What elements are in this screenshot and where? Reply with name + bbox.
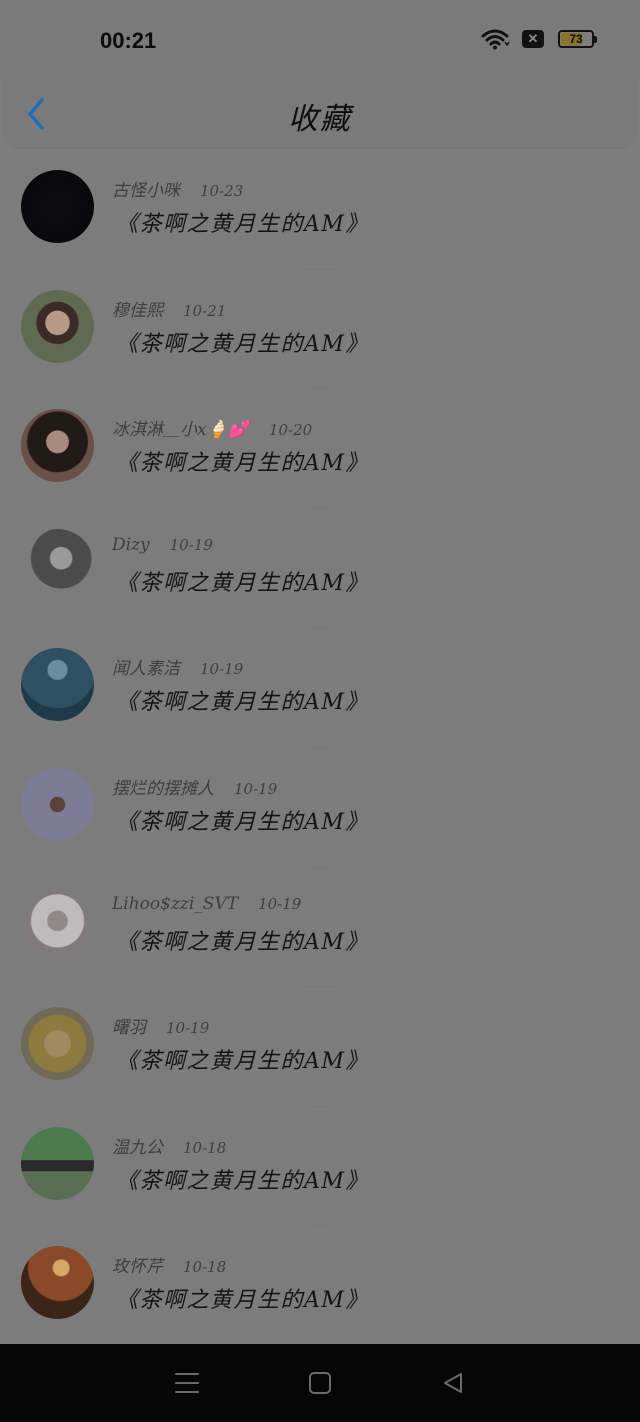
favorite-meta: 古怪小咪 10-23	[112, 176, 243, 201]
favorite-user-name: Lihoo$zzi_SVT	[112, 893, 239, 914]
favorite-meta: 冰淇淋＿小x🍦💕 10-20	[112, 415, 312, 440]
header: 收藏	[2, 80, 638, 148]
favorite-user-name: 穆佳熙	[112, 300, 163, 321]
favorite-item[interactable]: 曙羽 10-19 《茶啊之黄月生的AM》	[0, 987, 640, 1107]
favorite-item[interactable]: Dizy 10-19 《茶啊之黄月生的AM》	[0, 509, 640, 629]
menu-button[interactable]	[167, 1363, 207, 1403]
favorite-date: 10-19	[166, 1019, 210, 1038]
avatar[interactable]	[21, 1246, 94, 1320]
favorite-date: 10-19	[169, 535, 213, 554]
favorite-date: 10-18	[183, 1138, 227, 1157]
favorite-title[interactable]: 《茶啊之黄月生的AM》	[116, 684, 369, 716]
favorites-list: 古怪小咪 10-23 《茶啊之黄月生的AM》 穆佳熙 10-21 《茶啊之黄月生的AM》冰…	[0, 150, 640, 1346]
favorite-item[interactable]: 温九公 10-18 《茶啊之黄月生的AM》	[0, 1107, 640, 1227]
page-title: 收藏	[288, 102, 352, 137]
battery-tip	[594, 36, 597, 43]
avatar[interactable]	[21, 648, 94, 722]
avatar[interactable]	[21, 887, 94, 961]
favorite-meta: Dizy 10-19	[112, 535, 213, 555]
favorite-title[interactable]: 《茶啊之黄月生的AM》	[116, 1163, 369, 1195]
favorite-item[interactable]: Lihoo$zzi_SVT 10-19 《茶啊之黄月生的AM》	[0, 868, 640, 988]
favorite-title[interactable]: 《茶啊之黄月生的AM》	[116, 206, 369, 238]
back-nav-button[interactable]	[433, 1363, 473, 1403]
battery-text: 73	[569, 32, 583, 46]
favorite-meta: 曙羽 10-19	[112, 1013, 209, 1038]
close-badge-icon: ✕	[522, 30, 544, 48]
avatar[interactable]	[21, 409, 94, 483]
home-button[interactable]	[300, 1363, 340, 1403]
favorite-meta: 玫怀芹 10-18	[112, 1252, 226, 1277]
favorite-meta: 穆佳熙 10-21	[112, 296, 226, 321]
favorite-user-name: 温九公	[112, 1137, 163, 1158]
favorite-title[interactable]: 《茶啊之黄月生的AM》	[116, 1282, 369, 1314]
battery-icon: 73	[558, 30, 597, 48]
favorite-meta: Lihoo$zzi_SVT 10-19	[112, 894, 301, 914]
favorite-item[interactable]: 闻人素洁 10-19 《茶啊之黄月生的AM》	[0, 628, 640, 748]
avatar[interactable]	[21, 170, 94, 243]
favorite-item[interactable]: 摆烂的摆摊人 10-19 《茶啊之黄月生的AM》	[0, 748, 640, 868]
status-icons: ✕ 73	[480, 28, 597, 50]
favorite-user-name: 古怪小咪	[112, 181, 180, 201]
favorite-meta: 温九公 10-18	[112, 1133, 226, 1158]
favorite-title[interactable]: 《茶啊之黄月生的AM》	[116, 804, 369, 836]
status-bar: 00:21 ✕ 73	[0, 0, 640, 80]
favorite-item[interactable]: 古怪小咪 10-23 《茶啊之黄月生的AM》	[0, 150, 640, 270]
back-triangle-icon	[444, 1373, 463, 1393]
screen: 00:21 ✕ 73 收藏 古怪小咪 10-23 《茶啊之黄月生的AM》 穆佳熙…	[0, 0, 640, 1422]
favorite-title[interactable]: 《茶啊之黄月生的AM》	[116, 924, 369, 956]
favorite-user-name: 摆烂的摆摊人	[112, 778, 214, 799]
favorite-user-name: Dizy	[112, 534, 150, 555]
favorite-item[interactable]: 穆佳熙 10-21 《茶啊之黄月生的AM》	[0, 270, 640, 390]
avatar[interactable]	[21, 289, 94, 363]
system-nav-bar	[0, 1344, 640, 1422]
favorite-date: 10-23	[200, 182, 244, 200]
favorite-item[interactable]: 玫怀芹 10-18 《茶啊之黄月生的AM》	[0, 1226, 640, 1346]
favorite-title[interactable]: 《茶啊之黄月生的AM》	[116, 326, 369, 358]
home-square-icon	[308, 1372, 331, 1394]
favorite-user-name: 曙羽	[112, 1018, 146, 1039]
favorite-date: 10-19	[200, 660, 244, 679]
avatar[interactable]	[21, 1126, 94, 1200]
avatar[interactable]	[21, 767, 94, 841]
favorite-user-name: 冰淇淋＿小x🍦💕	[112, 420, 249, 441]
favorite-user-name: 玫怀芹	[112, 1257, 163, 1278]
favorite-meta: 摆烂的摆摊人 10-19	[112, 774, 277, 799]
favorite-title[interactable]: 《茶啊之黄月生的AM》	[116, 445, 369, 477]
favorite-date: 10-21	[183, 301, 227, 320]
favorite-item[interactable]: 冰淇淋＿小x🍦💕 10-20 《茶啊之黄月生的AM》	[0, 389, 640, 509]
favorite-date: 10-19	[258, 894, 302, 913]
avatar[interactable]	[21, 528, 94, 602]
favorite-date: 10-18	[183, 1258, 227, 1277]
favorite-user-name: 闻人素洁	[112, 659, 180, 680]
favorite-date: 10-20	[268, 421, 313, 440]
wifi-icon	[480, 28, 510, 50]
favorite-title[interactable]: 《茶啊之黄月生的AM》	[116, 1043, 369, 1075]
menu-icon	[174, 1373, 199, 1393]
status-time: 00:21	[100, 28, 157, 53]
favorite-title[interactable]: 《茶啊之黄月生的AM》	[116, 565, 369, 597]
avatar[interactable]	[21, 1007, 94, 1081]
favorite-meta: 闻人素洁 10-19	[112, 654, 243, 679]
favorite-date: 10-19	[234, 779, 278, 798]
